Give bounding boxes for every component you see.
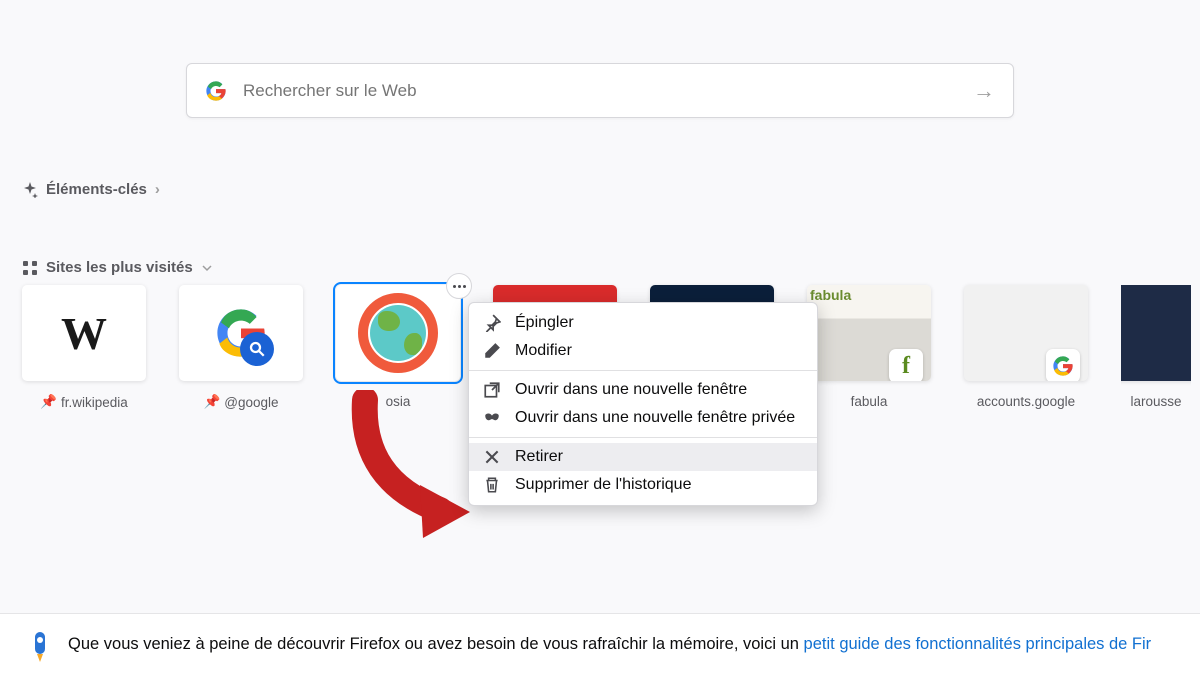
- annotation-arrow-icon: [345, 390, 485, 540]
- tile-label: @google: [224, 395, 278, 410]
- pin-icon: 📌: [203, 394, 220, 410]
- tile-accounts-google[interactable]: accounts.google: [964, 285, 1088, 409]
- mask-icon: [483, 409, 501, 427]
- menu-private-window[interactable]: Ouvrir dans une nouvelle fenêtre privée: [469, 404, 817, 432]
- search-bar[interactable]: →: [186, 63, 1014, 118]
- tile-fabula[interactable]: fabula f fabula: [807, 285, 931, 409]
- fabula-thumbnail-text: fabula: [810, 287, 851, 303]
- footer-link[interactable]: petit guide des fonctionnalités principa…: [804, 635, 1152, 653]
- close-icon: [483, 448, 501, 466]
- menu-label: Épingler: [515, 314, 574, 332]
- tile-label: fabula: [851, 394, 888, 409]
- fabula-icon: f: [902, 353, 910, 380]
- footer-text: Que vous veniez à peine de découvrir Fir…: [68, 635, 1151, 654]
- tile-label: accounts.google: [977, 394, 1075, 409]
- tile-label: fr.wikipedia: [61, 395, 128, 410]
- menu-label: Retirer: [515, 448, 563, 466]
- tile-menu-button[interactable]: [446, 273, 472, 299]
- tile-google[interactable]: 📌 @google: [179, 285, 303, 410]
- menu-delete-history[interactable]: Supprimer de l'historique: [469, 471, 817, 499]
- sparkle-icon: [22, 182, 38, 198]
- onboarding-footer: Que vous veniez à peine de découvrir Fir…: [0, 613, 1200, 675]
- menu-remove[interactable]: Retirer: [469, 443, 817, 471]
- ecosia-icon: [358, 293, 438, 373]
- wikipedia-icon: W: [61, 307, 107, 360]
- menu-new-window[interactable]: Ouvrir dans une nouvelle fenêtre: [469, 376, 817, 404]
- trash-icon: [483, 476, 501, 494]
- chevron-down-icon: [201, 262, 213, 274]
- menu-label: Ouvrir dans une nouvelle fenêtre: [515, 381, 747, 399]
- tile-label: larousse: [1130, 394, 1181, 409]
- top-sites-label: Sites les plus visités: [46, 259, 193, 276]
- tile-context-menu: Épingler Modifier Ouvrir dans une nouvel…: [468, 302, 818, 506]
- menu-label: Ouvrir dans une nouvelle fenêtre privée: [515, 409, 795, 427]
- menu-label: Modifier: [515, 342, 572, 360]
- tile-larousse[interactable]: larousse: [1121, 285, 1191, 409]
- menu-label: Supprimer de l'historique: [515, 476, 691, 494]
- top-sites-header[interactable]: Sites les plus visités: [22, 259, 213, 276]
- tile-wikipedia[interactable]: W 📌 fr.wikipedia: [22, 285, 146, 410]
- elements-cles-header[interactable]: Éléments-clés ›: [22, 181, 160, 198]
- google-g-icon: [1052, 355, 1074, 377]
- rocket-icon: [28, 628, 52, 662]
- elements-cles-label: Éléments-clés: [46, 181, 147, 198]
- menu-pin[interactable]: Épingler: [469, 309, 817, 337]
- pin-icon: [483, 314, 501, 332]
- external-window-icon: [483, 381, 501, 399]
- search-badge-icon: [240, 332, 274, 366]
- pin-icon: 📌: [40, 394, 57, 410]
- search-input[interactable]: [243, 81, 973, 101]
- menu-edit[interactable]: Modifier: [469, 337, 817, 365]
- pencil-icon: [483, 342, 501, 360]
- submit-arrow-icon[interactable]: →: [973, 78, 995, 104]
- chevron-right-icon: ›: [155, 181, 160, 198]
- menu-separator: [469, 437, 817, 438]
- menu-separator: [469, 370, 817, 371]
- grid-icon: [22, 260, 38, 276]
- google-logo-icon: [205, 80, 227, 102]
